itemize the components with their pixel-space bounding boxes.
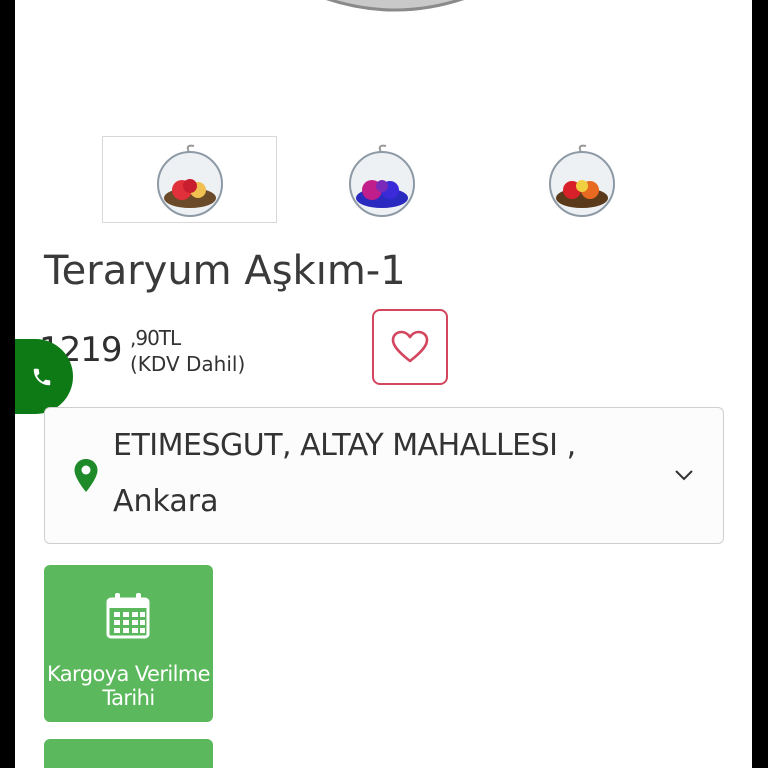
- delivery-location-select[interactable]: ETIMESGUT, ALTAY MAHALLESI , Ankara: [44, 407, 724, 544]
- cargo-date-label-line1: Kargoya Verilme: [46, 662, 211, 686]
- cargo-date-button[interactable]: Kargoya Verilme Tarihi: [44, 565, 213, 722]
- thumbnail-3[interactable]: [494, 136, 669, 223]
- price-vat-note: (KDV Dahil): [130, 352, 246, 376]
- product-page: Teraryum Aşkım-1 1219 ,90TL (KDV Dahil) …: [15, 0, 752, 768]
- map-pin-icon: [74, 459, 98, 492]
- calendar-icon: [106, 593, 150, 639]
- cargo-date-label: Kargoya Verilme Tarihi: [44, 662, 213, 710]
- phone-icon: [33, 368, 51, 385]
- thumbnail-2[interactable]: [294, 136, 469, 223]
- chevron-down-icon: [675, 470, 693, 481]
- price-fraction: ,90TL: [130, 326, 181, 350]
- terrarium-thumb-image: [548, 144, 615, 217]
- location-line-2: Ankara: [113, 484, 219, 519]
- terrarium-thumb-image: [348, 144, 415, 217]
- terrarium-thumb-image: [156, 144, 223, 217]
- heart-icon: [391, 330, 429, 363]
- favorite-button[interactable]: [372, 309, 448, 385]
- next-option-button[interactable]: [44, 739, 213, 768]
- product-main-image: [326, 0, 464, 12]
- thumbnail-1[interactable]: [102, 136, 277, 223]
- cargo-date-label-line2: Tarihi: [102, 686, 155, 710]
- location-line-1: ETIMESGUT, ALTAY MAHALLESI ,: [113, 428, 576, 463]
- product-title: Teraryum Aşkım-1: [44, 248, 406, 294]
